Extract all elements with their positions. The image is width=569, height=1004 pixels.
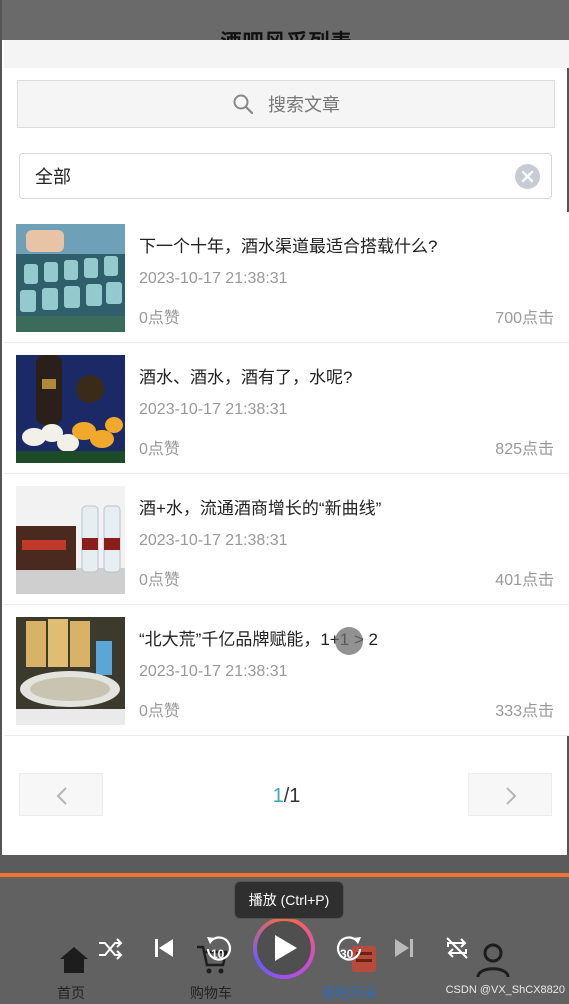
article-thumbnail [16,224,125,332]
article-clicks: 700点击 [495,310,554,327]
tab-bar-gallery[interactable]: 酒吧风采 [321,983,377,1003]
article-date: 2023-10-17 21:38:31 [139,663,288,680]
home-icon[interactable] [58,945,90,975]
article-item[interactable]: “北大荒”千亿品牌赋能，1+1 > 2 2023-10-17 21:38:31 … [4,605,569,736]
next-page-button[interactable] [468,773,552,816]
title-bar-shade [4,40,569,68]
article-title: 下一个十年，酒水渠道最适合搭载什么? [139,237,438,256]
article-clicks: 825点击 [495,441,554,458]
article-thumbnail [16,617,125,725]
current-page: 1 [272,785,284,807]
phone-screen: 酒吧风采列表 搜索文章 全部 [0,0,569,855]
search-bar[interactable]: 搜索文章 [17,80,555,128]
repeat-off-icon[interactable] [444,935,470,961]
filter-value: 全部 [35,167,71,187]
title-bar: 酒吧风采列表 [2,0,569,54]
next-track-icon[interactable] [393,937,415,959]
tab-home[interactable]: 首页 [57,983,85,1003]
article-title: 酒+水，流通酒商增长的“新曲线” [139,499,382,518]
pagination: 1/1 [2,760,569,816]
play-tooltip: 播放 (Ctrl+P) [234,881,344,919]
article-thumbnail [16,486,125,594]
clear-icon[interactable] [515,164,540,189]
article-item[interactable]: 下一个十年，酒水渠道最适合搭载什么? 2023-10-17 21:38:31 0… [4,212,569,343]
play-icon [275,935,297,961]
skip-back-label: 10 [211,947,225,961]
article-likes: 0点赞 [139,441,180,458]
article-clicks: 333点击 [495,703,554,720]
article-title: 酒水、酒水，酒有了，水呢? [139,368,353,387]
category-filter[interactable]: 全部 [19,153,552,199]
article-item[interactable]: 酒水、酒水，酒有了，水呢? 2023-10-17 21:38:31 0点赞 82… [4,343,569,474]
search-placeholder: 搜索文章 [268,95,340,115]
previous-track-icon[interactable] [153,937,175,959]
tab-cart[interactable]: 购物车 [190,983,232,1003]
total-pages: /1 [283,785,301,807]
user-icon[interactable] [475,942,511,978]
article-thumbnail [16,355,125,463]
article-likes: 0点赞 [139,310,180,327]
shuffle-icon[interactable] [97,936,123,962]
article-date: 2023-10-17 21:38:31 [139,270,288,287]
article-likes: 0点赞 [139,572,180,589]
article-date: 2023-10-17 21:38:31 [139,532,288,549]
article-likes: 0点赞 [139,703,180,720]
touch-indicator [335,627,363,655]
article-clicks: 401点击 [495,572,554,589]
watermark: CSDN @VX_ShCX8820 [445,984,565,996]
chevron-right-icon [506,787,517,805]
play-button[interactable] [253,917,315,979]
search-icon [233,94,254,115]
skip-forward-label: 30 [340,947,354,961]
article-item[interactable]: 酒+水，流通酒商增长的“新曲线” 2023-10-17 21:38:31 0点赞… [4,474,569,605]
article-date: 2023-10-17 21:38:31 [139,401,288,418]
